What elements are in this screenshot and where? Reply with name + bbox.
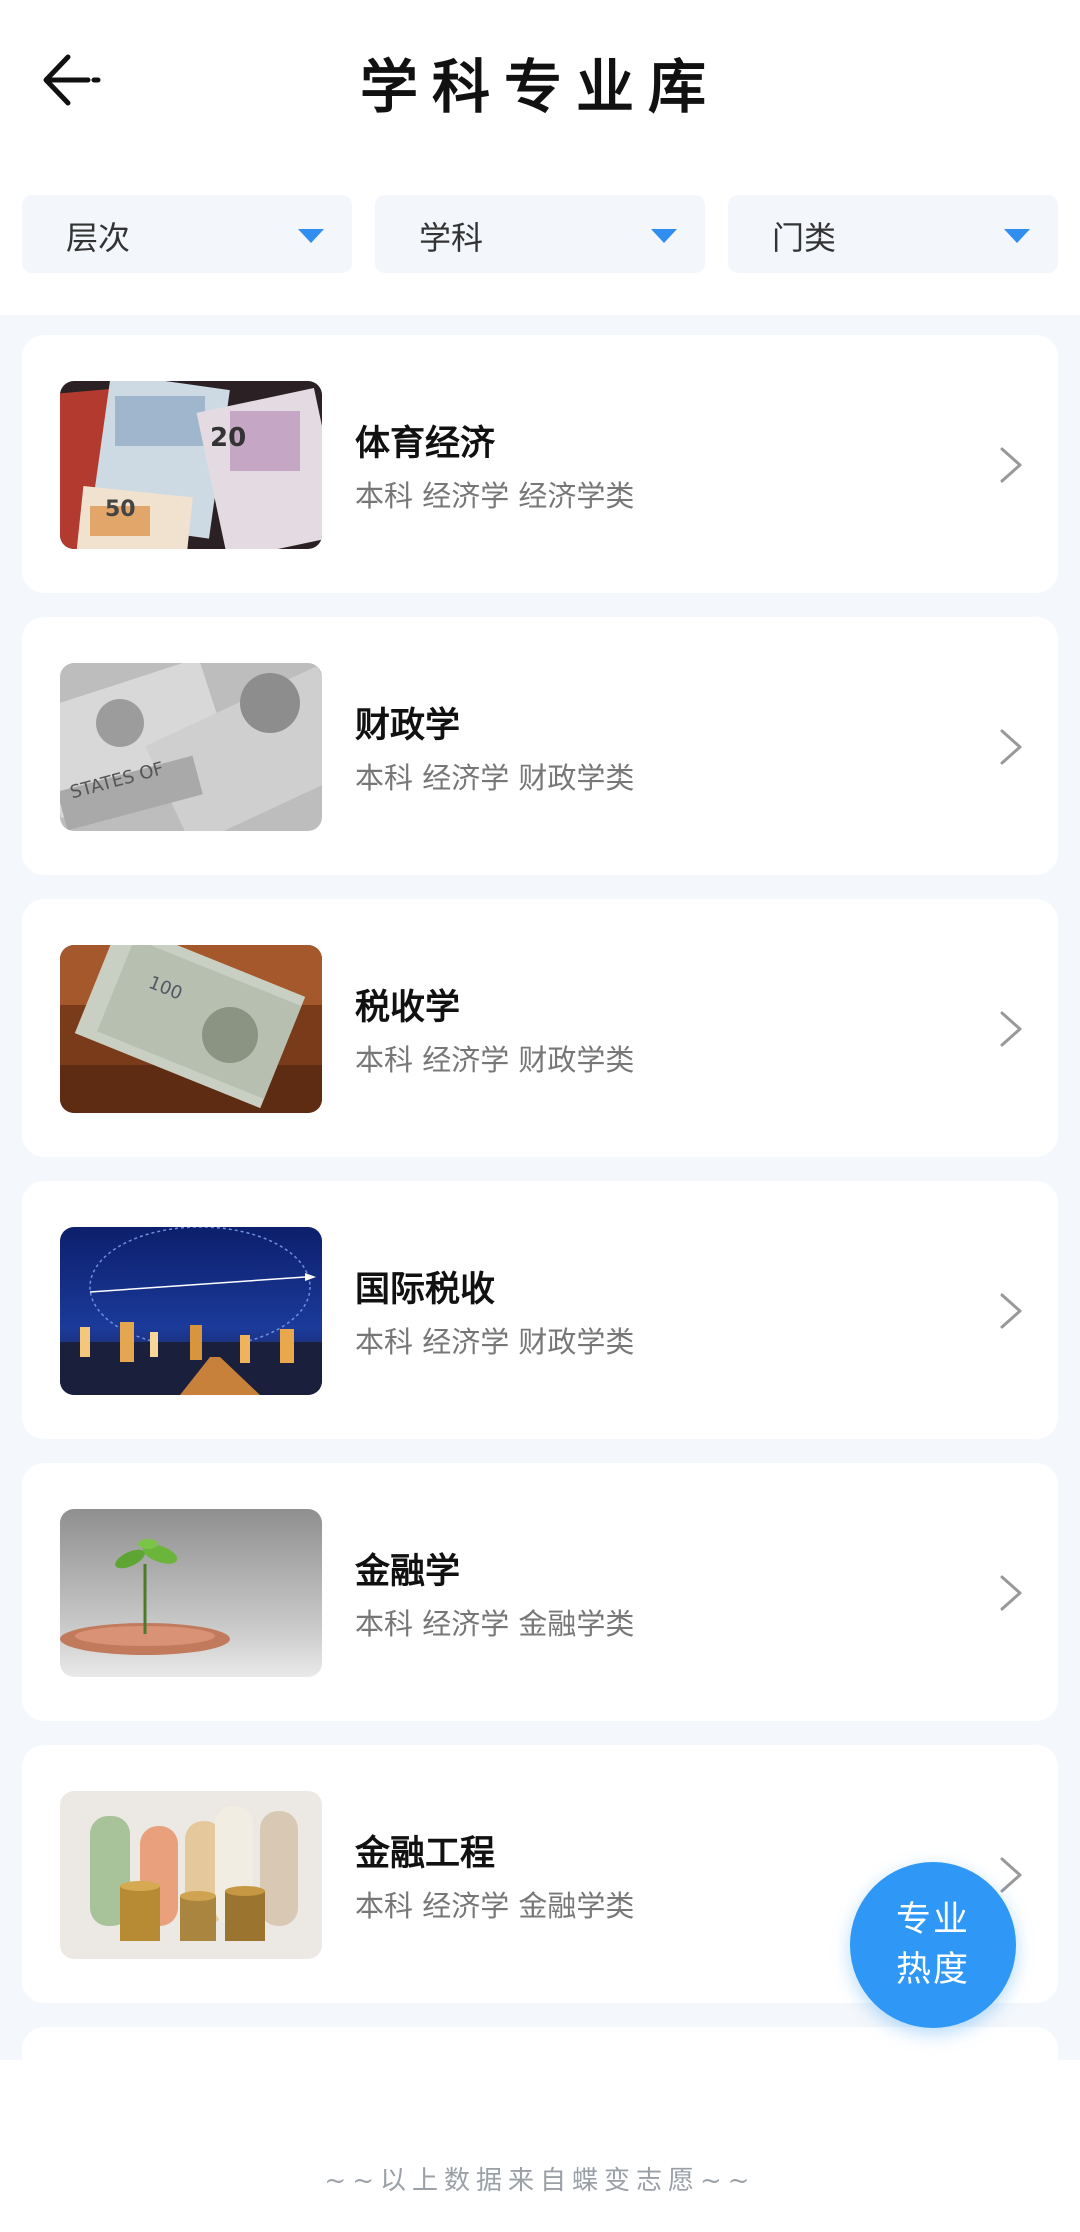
chevron-right-icon [1000,1575,1022,1611]
major-name: 体育经济 [355,424,496,464]
major-card[interactable]: 金融学 本科 经济学 金融学类 [22,1463,1058,1721]
chevron-right-icon [1000,1293,1022,1329]
data-source-note: ~~以上数据来自蝶变志愿~~ [324,2166,756,2196]
major-card[interactable]: 20 50 体育经济 本科 经济学 经济学类 [22,335,1058,593]
caret-down-icon [1004,229,1030,243]
major-name: 金融学 [355,1552,461,1592]
footer: ~~以上数据来自蝶变志愿~~ [0,2060,1080,2232]
filter-discipline-label: 学科 [419,219,484,257]
major-meta: 本科 经济学 财政学类 [355,1325,635,1359]
major-name: 国际税收 [355,1270,496,1310]
chevron-right-icon [1000,729,1022,765]
caret-down-icon [298,229,324,243]
major-thumbnail: 100 [60,945,322,1113]
major-meta: 本科 经济学 经济学类 [355,479,635,513]
filter-level-dropdown[interactable]: 层次 [22,195,352,273]
major-card[interactable]: 100 税收学 本科 经济学 财政学类 [22,899,1058,1157]
major-thumbnail: STATES OF [60,663,322,831]
svg-text:50: 50 [105,497,136,522]
major-name: 金融工程 [355,1834,496,1874]
major-list[interactable]: 20 50 体育经济 本科 经济学 经济学类 STATES OF 财政学 本科 … [0,315,1080,2060]
major-meta: 本科 经济学 财政学类 [355,1043,635,1077]
chevron-right-icon [1000,1011,1022,1047]
page-title: 学科专业库 [359,53,720,121]
major-card-partial[interactable] [22,2027,1058,2060]
fab-label-line1: 专业 [895,1900,970,1940]
caret-down-icon [651,229,677,243]
major-thumbnail [60,1227,322,1395]
chevron-right-icon [1000,1857,1022,1893]
major-thumbnail [60,1509,322,1677]
svg-text:20: 20 [210,423,246,453]
major-popularity-button[interactable]: 专业 热度 [850,1862,1016,2028]
major-thumbnail [60,1791,322,1959]
major-meta: 本科 经济学 金融学类 [355,1607,635,1641]
major-thumbnail: 20 50 [60,381,322,549]
filter-level-label: 层次 [66,219,131,257]
top-bar: 学科专业库 [0,0,1080,160]
major-card[interactable]: 国际税收 本科 经济学 财政学类 [22,1181,1058,1439]
major-meta: 本科 经济学 金融学类 [355,1889,635,1923]
major-name: 财政学 [355,706,461,746]
filter-discipline-dropdown[interactable]: 学科 [375,195,705,273]
major-card[interactable]: STATES OF 财政学 本科 经济学 财政学类 [22,617,1058,875]
filter-category-label: 门类 [772,219,837,257]
major-meta: 本科 经济学 财政学类 [355,761,635,795]
filter-bar: 层次 学科 门类 [22,195,1058,273]
filter-category-dropdown[interactable]: 门类 [728,195,1058,273]
fab-label-line2: 热度 [895,1950,970,1990]
chevron-right-icon [1000,447,1022,483]
major-name: 税收学 [355,988,461,1028]
